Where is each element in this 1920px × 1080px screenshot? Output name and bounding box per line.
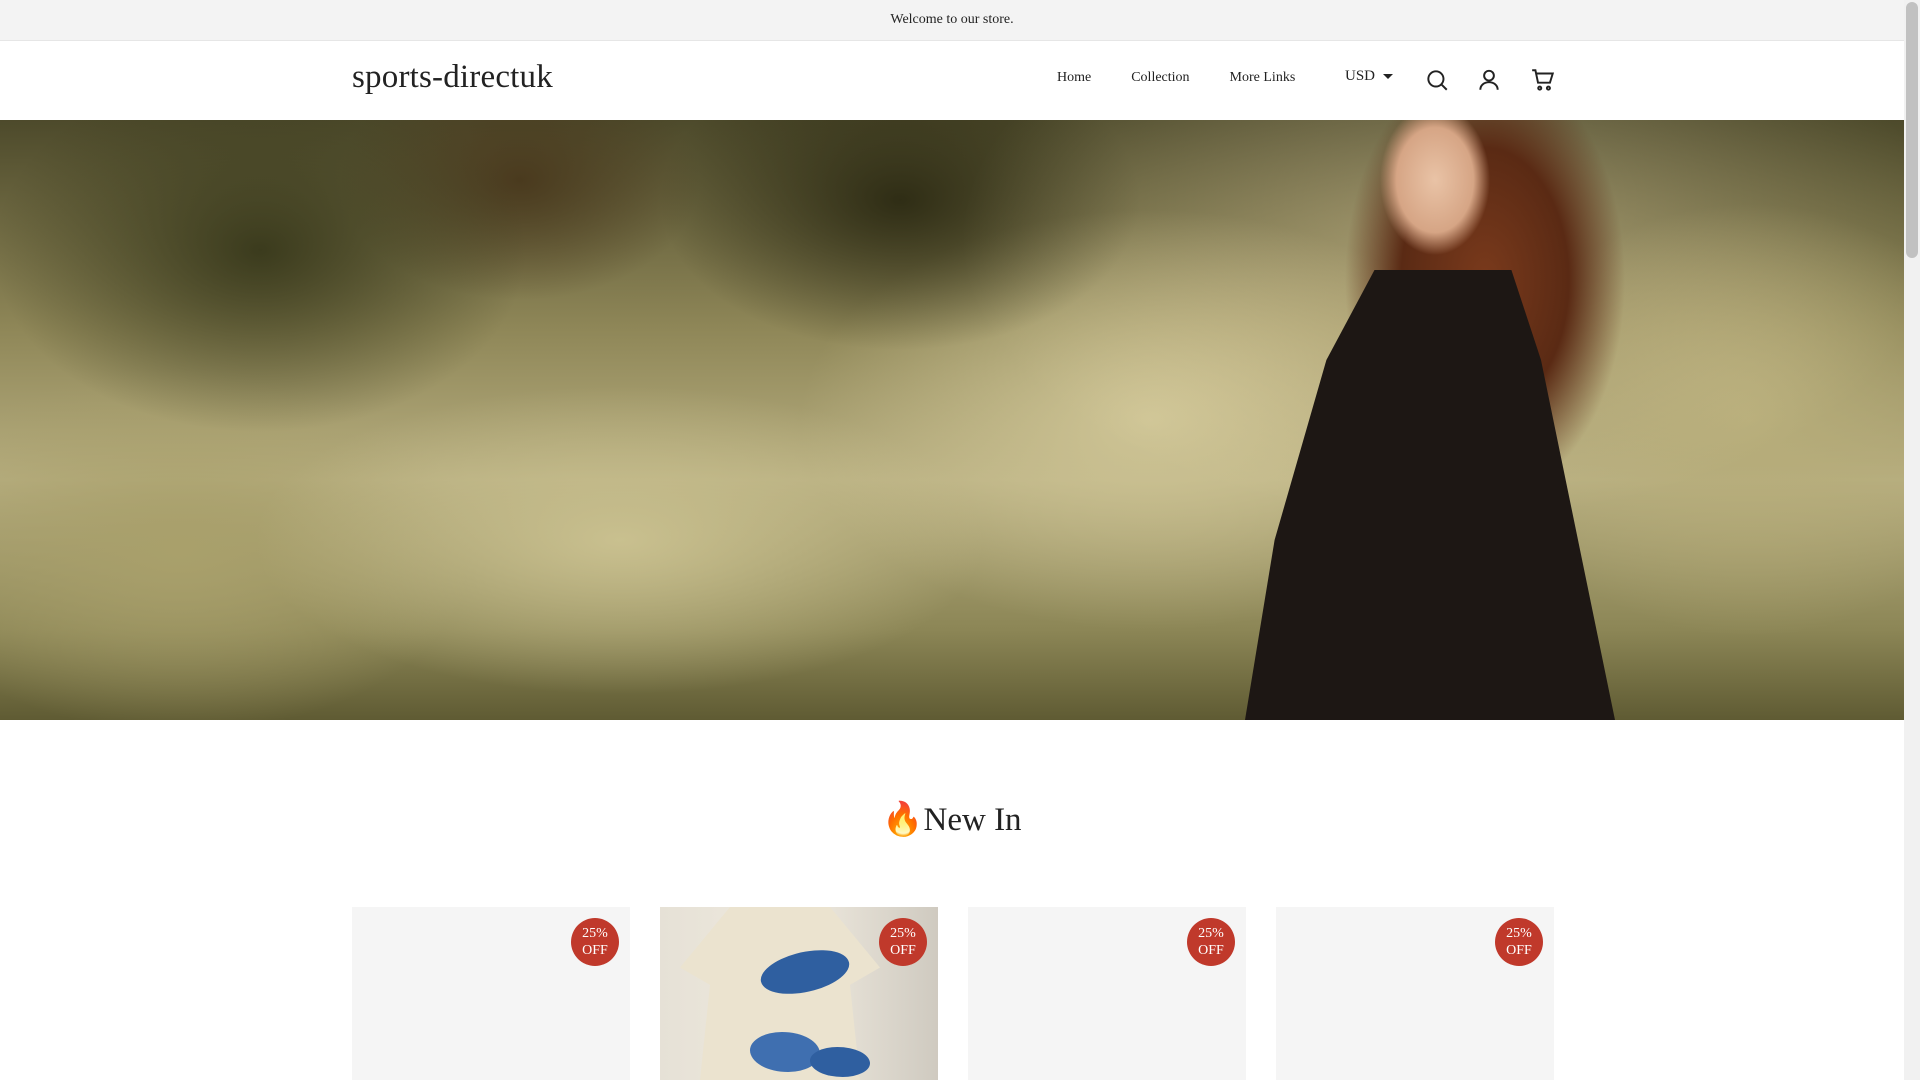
announcement-text: Welcome to our store. xyxy=(890,12,1014,27)
page: Welcome to our store. sports-directuk Ho… xyxy=(0,0,1904,1080)
site-header: sports-directuk Home Collection More Lin… xyxy=(0,41,1904,120)
nav-collection[interactable]: Collection xyxy=(1131,70,1189,86)
discount-badge: 25% OFF xyxy=(1495,918,1543,966)
currency-selector[interactable]: USD xyxy=(1345,68,1394,85)
discount-badge: 25% OFF xyxy=(879,918,927,966)
product-card[interactable]: 25% OFF xyxy=(660,907,938,1080)
badge-off: OFF xyxy=(582,943,608,958)
badge-percent: 25% xyxy=(582,926,608,941)
discount-badge: 25% OFF xyxy=(571,918,619,966)
badge-off: OFF xyxy=(1506,943,1532,958)
nav-more-links[interactable]: More Links xyxy=(1230,70,1296,86)
cart-icon[interactable] xyxy=(1530,67,1556,93)
product-card[interactable]: 25% OFF xyxy=(968,907,1246,1080)
product-grid: 25% OFF 25% OFF 25% OFF 25% OFF xyxy=(352,907,1554,1080)
discount-badge: 25% OFF xyxy=(1187,918,1235,966)
badge-off: OFF xyxy=(1198,943,1224,958)
main-nav: Home Collection More Links xyxy=(1057,70,1295,86)
badge-percent: 25% xyxy=(1198,926,1224,941)
product-card[interactable]: 25% OFF xyxy=(352,907,630,1080)
search-icon[interactable] xyxy=(1424,67,1450,93)
badge-percent: 25% xyxy=(890,926,916,941)
currency-label: USD xyxy=(1345,68,1376,84)
hero-banner[interactable] xyxy=(0,120,1904,720)
caret-down-icon xyxy=(1383,74,1394,79)
badge-percent: 25% xyxy=(1506,926,1532,941)
announcement-bar: Welcome to our store. xyxy=(0,0,1904,41)
scrollbar-thumb[interactable] xyxy=(1906,2,1918,258)
account-icon[interactable] xyxy=(1476,67,1502,93)
product-card[interactable]: 25% OFF xyxy=(1276,907,1554,1080)
nav-home[interactable]: Home xyxy=(1057,70,1091,86)
badge-off: OFF xyxy=(890,943,916,958)
section-title-new-in: 🔥New In xyxy=(882,802,1022,838)
store-logo[interactable]: sports-directuk xyxy=(352,59,553,96)
hero-model-face xyxy=(1380,120,1490,270)
